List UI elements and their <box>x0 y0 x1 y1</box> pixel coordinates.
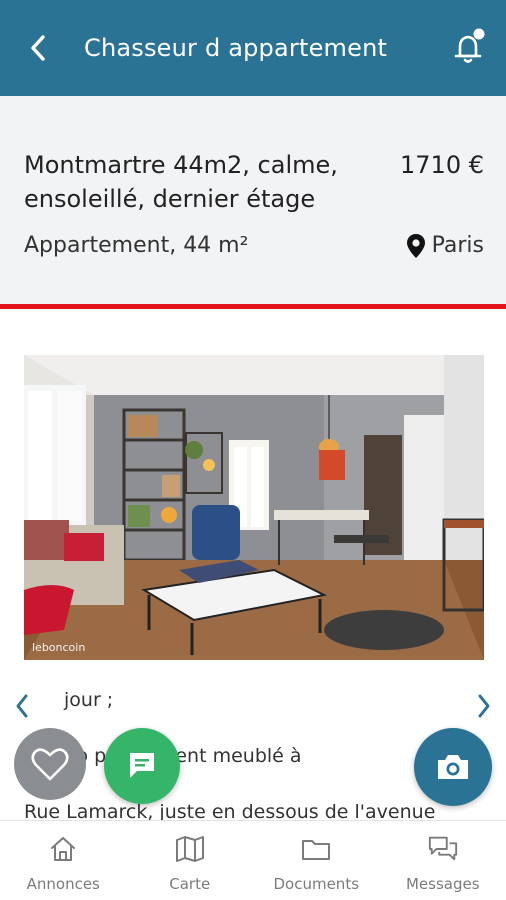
listing-subtitle: Appartement, 44 m² <box>24 233 249 258</box>
nav-messages[interactable]: Messages <box>380 821 506 900</box>
chevron-right-icon <box>478 694 490 718</box>
back-button[interactable] <box>24 30 52 66</box>
chevron-left-icon <box>16 694 28 718</box>
favorite-button[interactable] <box>14 728 86 800</box>
chat-button[interactable] <box>104 728 180 804</box>
camera-button[interactable] <box>414 728 492 806</box>
gallery-next-button[interactable] <box>472 690 496 722</box>
nav-documents[interactable]: Documents <box>253 821 380 900</box>
folder-icon <box>302 840 331 860</box>
camera-icon <box>438 755 468 779</box>
listing-header: Montmartre 44m2, calme, ensoleillé, dern… <box>0 96 506 304</box>
home-icon <box>51 837 76 861</box>
description-line: up ppartement meublé à <box>64 745 302 767</box>
nav-annonces[interactable]: Annonces <box>0 821 127 900</box>
photo-watermark: leboncoin <box>32 641 86 654</box>
location-label: Paris <box>431 233 484 258</box>
nav-label: Annonces <box>26 875 100 893</box>
chat-icon <box>130 753 154 778</box>
description-line: jour ; <box>64 689 114 711</box>
listing-price: 1710 € <box>400 151 484 179</box>
living-room-photo <box>24 355 484 660</box>
heart-icon <box>31 748 69 781</box>
map-icon <box>175 836 204 862</box>
bell-icon <box>454 28 485 63</box>
app-bar: Chasseur d appartement <box>0 0 506 96</box>
listing-photo[interactable]: leboncoin <box>24 355 484 660</box>
chevron-left-icon <box>31 35 45 61</box>
gallery-prev-button[interactable] <box>10 690 34 722</box>
nav-label: Carte <box>169 875 211 893</box>
listing-title: Montmartre 44m2, calme, ensoleillé, dern… <box>24 151 338 213</box>
notifications-button[interactable] <box>448 26 490 68</box>
nav-label: Documents <box>273 875 360 893</box>
messages-icon <box>428 836 457 861</box>
accent-divider <box>0 304 506 309</box>
location-pin-icon <box>406 234 425 258</box>
nav-label: Messages <box>405 875 480 893</box>
listing-location: Paris <box>406 230 484 262</box>
bottom-navigation: Annonces Carte Documents Messages <box>0 820 506 900</box>
page-title: Chasseur d appartement <box>84 34 388 62</box>
nav-carte[interactable]: Carte <box>127 821 254 900</box>
